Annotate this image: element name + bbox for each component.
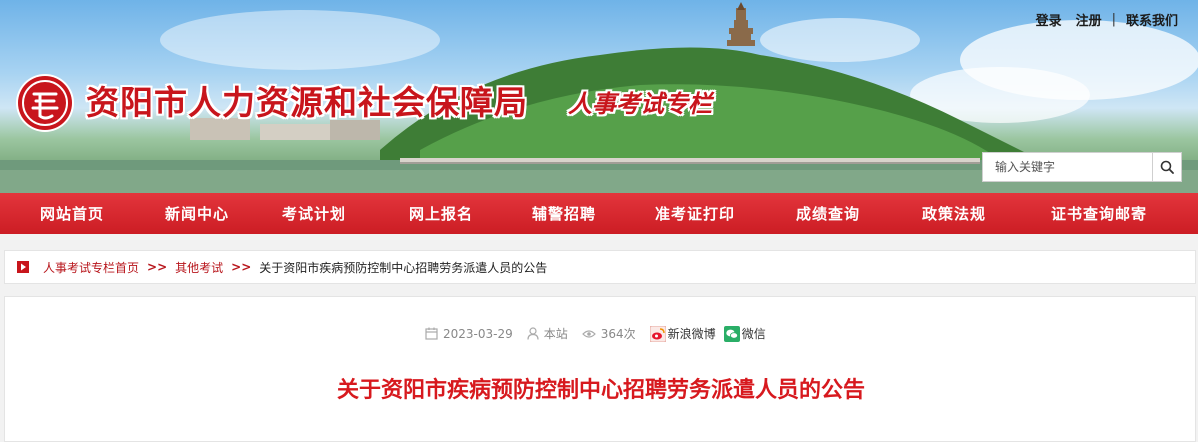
nav-item-online-registration[interactable]: 网上报名	[378, 193, 504, 234]
share-weibo-button[interactable]: 新浪微博	[649, 325, 716, 342]
article-date: 2023-03-29	[425, 327, 513, 341]
contact-link[interactable]: 联系我们	[1122, 10, 1182, 29]
share-wechat-label: 微信	[741, 327, 766, 341]
search-icon	[1160, 160, 1174, 174]
breadcrumb: 人事考试专栏首页 >> 其他考试 >> 关于资阳市疾病预防控制中心招聘劳务派遣人…	[4, 250, 1196, 284]
breadcrumb-home-link[interactable]: 人事考试专栏首页	[43, 259, 139, 276]
main-nav: 网站首页 新闻中心 考试计划 网上报名 辅警招聘 准考证打印 成绩查询 政策法规…	[0, 193, 1198, 234]
top-links-separator: |	[1111, 12, 1116, 27]
site-title: 资阳市人力资源和社会保障局	[86, 83, 528, 122]
share-weibo-label: 新浪微博	[667, 327, 716, 341]
article-views-text: 364次	[600, 327, 636, 341]
nav-item-home[interactable]: 网站首页	[0, 193, 144, 234]
location-play-icon	[17, 261, 29, 273]
wechat-icon	[723, 325, 740, 342]
search-button[interactable]	[1152, 152, 1182, 182]
article-source: 本站	[527, 325, 568, 342]
nav-item-admission-ticket[interactable]: 准考证打印	[624, 193, 766, 234]
article-panel: 2023-03-29 本站 364次 新浪微博 微信 关于资阳市疾病预防控制中心…	[4, 296, 1196, 442]
nav-item-score-query[interactable]: 成绩查询	[766, 193, 890, 234]
bureau-logo-icon[interactable]	[14, 72, 76, 134]
register-link[interactable]: 注册	[1072, 10, 1106, 29]
search-input[interactable]	[982, 152, 1152, 182]
article-views: 364次	[581, 325, 636, 342]
article-title: 关于资阳市疾病预防控制中心招聘劳务派遣人员的公告	[336, 378, 865, 403]
header-banner: 登录 注册 | 联系我们 资阳市人力资源和社会保障局 人事考试专栏	[0, 0, 1198, 193]
column-subtitle: 人事考试专栏	[568, 89, 712, 118]
user-icon	[527, 327, 539, 340]
nav-item-auxiliary-police[interactable]: 辅警招聘	[504, 193, 624, 234]
breadcrumb-other-exams-link[interactable]: 其他考试	[175, 259, 223, 276]
nav-item-policy[interactable]: 政策法规	[890, 193, 1018, 234]
nav-item-news[interactable]: 新闻中心	[144, 193, 250, 234]
breadcrumb-separator: >>	[147, 260, 168, 274]
share-wechat-button[interactable]: 微信	[723, 325, 766, 342]
calendar-icon	[425, 327, 438, 340]
nav-item-certificate-mail[interactable]: 证书查询邮寄	[1018, 193, 1180, 234]
eye-icon	[581, 329, 596, 338]
article-meta: 2023-03-29 本站 364次 新浪微博 微信	[425, 325, 770, 342]
search-box	[982, 152, 1182, 182]
article-source-text: 本站	[543, 327, 568, 341]
login-link[interactable]: 登录	[1032, 10, 1066, 29]
article-date-text: 2023-03-29	[443, 326, 513, 341]
weibo-icon	[649, 325, 666, 342]
breadcrumb-current: 关于资阳市疾病预防控制中心招聘劳务派遣人员的公告	[259, 260, 548, 275]
top-links: 登录 注册 | 联系我们	[1032, 10, 1182, 29]
nav-item-exam-plan[interactable]: 考试计划	[250, 193, 378, 234]
breadcrumb-separator: >>	[231, 260, 252, 274]
